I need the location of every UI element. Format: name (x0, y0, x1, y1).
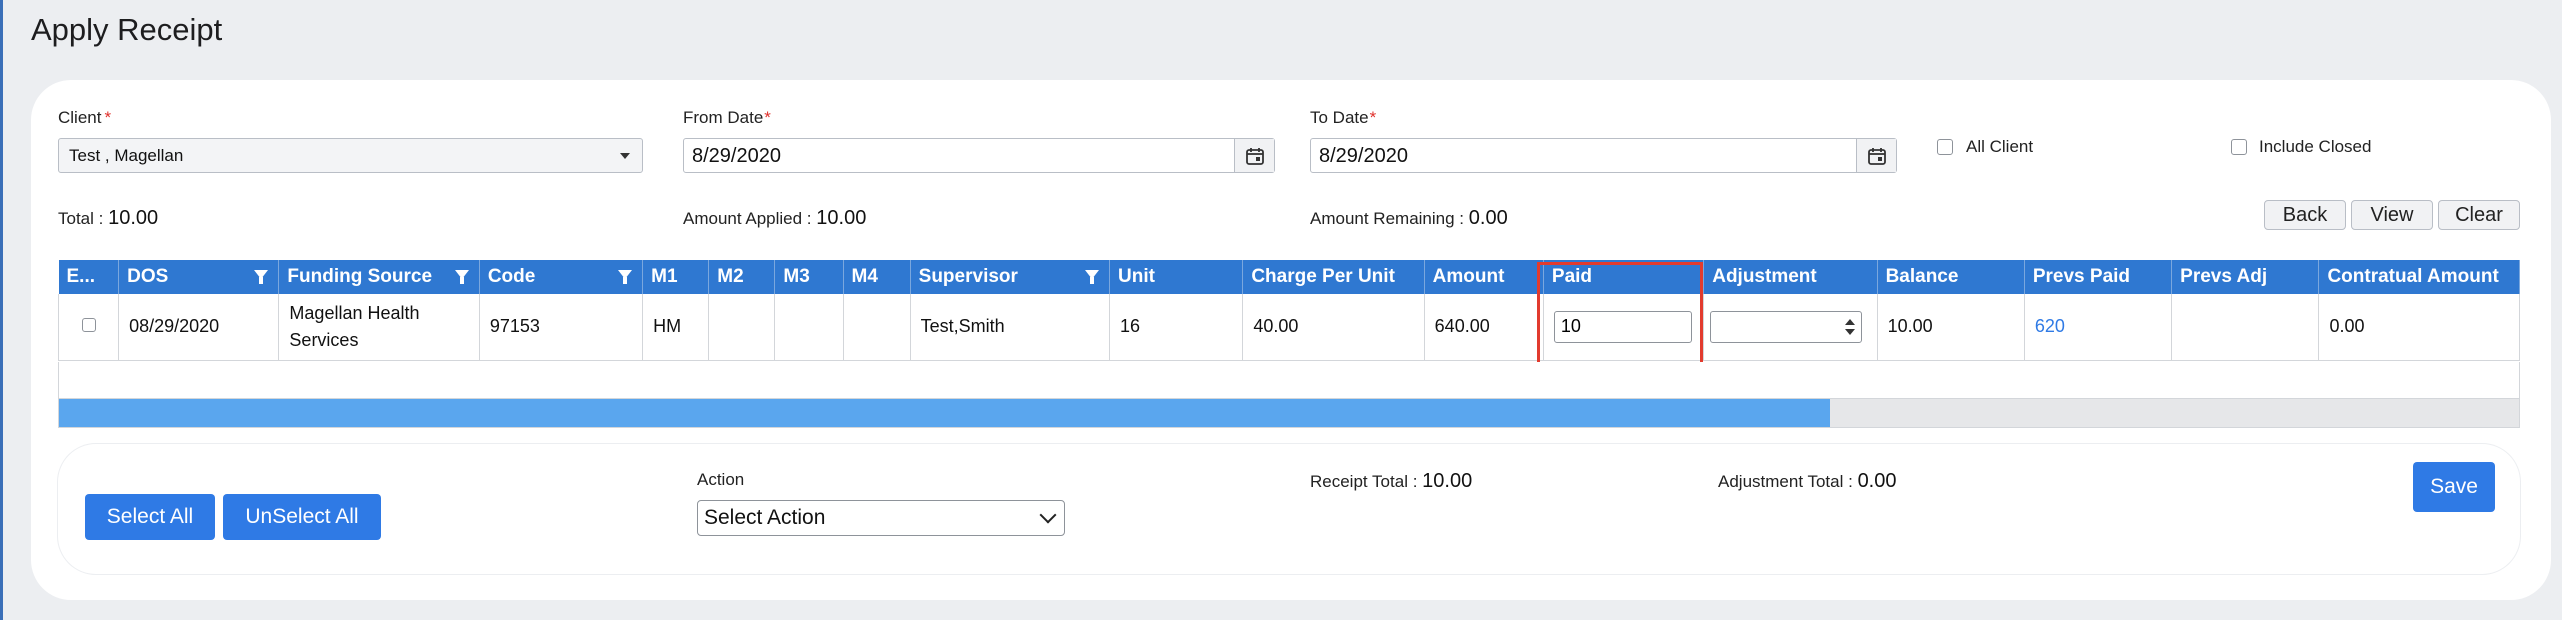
receipt-grid: E... DOS Funding Source Code M1 M2 M3 M4… (57, 260, 2520, 361)
column-header-m2[interactable]: M2 (708, 260, 776, 294)
unselect-all-button[interactable]: UnSelect All (223, 494, 381, 540)
action-label: Action (697, 470, 745, 489)
client-label: Client * (58, 108, 112, 127)
action-select-value: Select Action (704, 506, 826, 529)
m1-cell: HM (642, 294, 710, 361)
amount-remaining-summary: Amount Remaining : 0.00 (1310, 207, 1508, 229)
from-date-input[interactable]: 8/29/2020 (683, 138, 1275, 173)
column-header-prevs-paid[interactable]: Prevs Paid (2024, 260, 2173, 294)
balance-cell: 10.00 (1877, 294, 2025, 361)
include-closed-label: Include Closed (2259, 137, 2372, 156)
select-all-button[interactable]: Select All (85, 494, 215, 540)
column-header-paid[interactable]: Paid (1543, 260, 1705, 294)
amount-cell: 640.00 (1424, 294, 1544, 361)
column-header-supervisor[interactable]: Supervisor (910, 260, 1111, 294)
dos-cell: 08/29/2020 (118, 294, 280, 361)
charge-per-unit-cell: 40.00 (1242, 294, 1425, 361)
column-header-adjustment[interactable]: Adjustment (1703, 260, 1878, 294)
include-closed-checkbox[interactable] (2231, 139, 2247, 155)
client-select-value: Test , Magellan (69, 146, 184, 165)
prevs-paid-cell: 620 (2024, 294, 2173, 361)
column-header-unit[interactable]: Unit (1109, 260, 1244, 294)
calendar-icon[interactable] (1856, 139, 1896, 172)
grid-empty-area (58, 362, 2520, 398)
filter-icon[interactable] (618, 270, 633, 284)
column-header-m3[interactable]: M3 (774, 260, 844, 294)
row-checkbox[interactable] (81, 318, 96, 333)
to-date-value: 8/29/2020 (1319, 145, 1408, 167)
save-button[interactable]: Save (2413, 462, 2495, 512)
column-header-prevs-adj[interactable]: Prevs Adj (2171, 260, 2320, 294)
prevs-paid-link[interactable]: 620 (2035, 316, 2065, 336)
filter-icon[interactable] (254, 270, 269, 284)
paid-cell (1543, 294, 1705, 361)
column-header-funding-source[interactable]: Funding Source (278, 260, 480, 294)
m4-cell (843, 294, 911, 361)
filter-icon[interactable] (1085, 270, 1100, 284)
column-header-dos[interactable]: DOS (118, 260, 280, 294)
column-header-m1[interactable]: M1 (642, 260, 710, 294)
scrollbar-thumb[interactable] (59, 399, 1831, 427)
to-date-label: To Date* (1310, 108, 1377, 127)
table-row: 08/29/2020 Magellan Health Services 9715… (57, 294, 2520, 361)
grid-header-row: E... DOS Funding Source Code M1 M2 M3 M4… (58, 260, 2520, 294)
code-cell: 97153 (479, 294, 644, 361)
contratual-amount-cell: 0.00 (2318, 294, 2520, 361)
supervisor-cell: Test,Smith (910, 294, 1111, 361)
from-date-value: 8/29/2020 (692, 145, 781, 167)
clear-button[interactable]: Clear (2438, 200, 2520, 230)
footer-panel (58, 444, 2520, 574)
caret-down-icon (620, 153, 630, 159)
column-header-code[interactable]: Code (479, 260, 644, 294)
m3-cell (774, 294, 844, 361)
chevron-down-icon (1039, 506, 1057, 524)
funding-source-cell: Magellan Health Services (278, 294, 480, 361)
action-select[interactable]: Select Action (697, 500, 1065, 536)
page-title: Apply Receipt (31, 12, 223, 47)
to-date-input[interactable]: 8/29/2020 (1310, 138, 1897, 173)
column-header-e[interactable]: E... (58, 260, 120, 294)
amount-applied-summary: Amount Applied : 10.00 (683, 207, 867, 229)
adjustment-cell (1703, 294, 1878, 361)
all-client-label: All Client (1966, 137, 2034, 156)
from-date-label: From Date* (683, 108, 771, 127)
column-header-charge-per-unit[interactable]: Charge Per Unit (1242, 260, 1425, 294)
total-summary: Total : 10.00 (58, 207, 159, 229)
all-client-checkbox[interactable] (1937, 139, 1953, 155)
client-select[interactable]: Test , Magellan (58, 138, 643, 173)
back-button[interactable]: Back (2264, 200, 2346, 230)
adjustment-input[interactable] (1710, 310, 1863, 343)
filter-icon[interactable] (454, 270, 469, 284)
prevs-adj-cell (2171, 294, 2320, 361)
m2-cell (708, 294, 776, 361)
column-header-amount[interactable]: Amount (1424, 260, 1544, 294)
column-header-m4[interactable]: M4 (843, 260, 911, 294)
unit-cell: 16 (1109, 294, 1244, 361)
spin-up-icon[interactable] (1845, 318, 1856, 325)
column-header-contratual-amount[interactable]: Contratual Amount (2318, 260, 2520, 294)
spin-down-icon[interactable] (1845, 328, 1856, 335)
row-select-cell (57, 294, 120, 361)
receipt-total-summary: Receipt Total : 10.00 (1310, 470, 1473, 492)
column-header-balance[interactable]: Balance (1877, 260, 2025, 294)
calendar-icon[interactable] (1234, 139, 1274, 172)
apply-receipt-page: Apply Receipt Client * Test , Magellan Fr… (0, 0, 2562, 620)
view-button[interactable]: View (2351, 200, 2433, 230)
horizontal-scrollbar[interactable] (58, 398, 2520, 428)
paid-input[interactable] (1553, 310, 1692, 343)
adjustment-total-summary: Adjustment Total : 0.00 (1718, 470, 1897, 492)
